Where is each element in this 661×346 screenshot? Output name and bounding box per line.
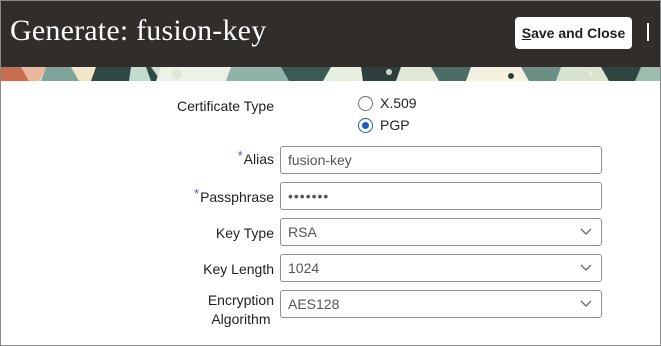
alias-input[interactable] xyxy=(281,147,601,173)
save-button-label: ave and Close xyxy=(531,25,626,41)
chevron-down-icon xyxy=(580,264,592,271)
key-type-value: RSA xyxy=(288,224,317,240)
alias-field[interactable] xyxy=(280,146,602,174)
key-type-label: Key Type xyxy=(215,225,274,241)
radio-pgp[interactable]: PGP xyxy=(358,117,410,133)
required-icon: * xyxy=(237,148,243,163)
key-type-select[interactable]: RSA xyxy=(280,218,602,246)
generate-key-form: Certificate Type X.509 PGP *Alias *Passp… xyxy=(1,81,660,345)
radio-x509[interactable]: X.509 xyxy=(358,95,417,111)
passphrase-field[interactable] xyxy=(280,182,602,210)
decorative-banner xyxy=(1,67,660,81)
radio-pgp-label: PGP xyxy=(380,117,410,133)
encryption-algorithm-select[interactable]: AES128 xyxy=(280,290,602,318)
page-title: Generate: fusion-key xyxy=(10,14,267,47)
save-button-mnemonic: S xyxy=(521,25,532,41)
encryption-algorithm-value: AES128 xyxy=(288,296,340,312)
passphrase-input[interactable] xyxy=(281,183,601,209)
required-icon: * xyxy=(194,186,200,201)
radio-x509-label: X.509 xyxy=(380,95,417,111)
encryption-algorithm-label: Encryption Algorithm xyxy=(208,292,274,327)
overflow-separator-icon xyxy=(647,23,649,41)
passphrase-label-text: Passphrase xyxy=(200,189,274,205)
key-length-label: Key Length xyxy=(203,261,274,277)
passphrase-label: *Passphrase xyxy=(194,186,274,205)
dialog-frame: Generate: fusion-key Save and Close Cert… xyxy=(0,0,661,346)
alias-label: *Alias xyxy=(237,148,274,167)
radio-x509-circle-icon[interactable] xyxy=(358,95,373,111)
key-length-value: 1024 xyxy=(288,260,320,276)
encryption-algorithm-label-line2: Algorithm xyxy=(211,311,271,327)
chevron-down-icon xyxy=(580,228,592,235)
certificate-type-label: Certificate Type xyxy=(176,98,274,114)
chevron-down-icon xyxy=(580,300,592,307)
encryption-algorithm-label-line1: Encryption xyxy=(207,292,274,308)
radio-pgp-selected-icon[interactable] xyxy=(358,117,373,133)
key-length-select[interactable]: 1024 xyxy=(280,254,602,282)
save-and-close-button[interactable]: Save and Close xyxy=(515,17,632,49)
page-header: Generate: fusion-key Save and Close xyxy=(1,1,660,67)
alias-label-text: Alias xyxy=(243,151,274,167)
